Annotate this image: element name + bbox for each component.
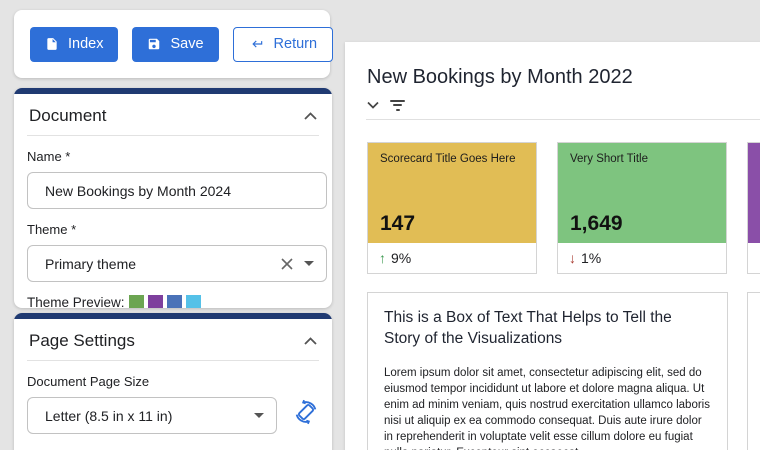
collapse-chevron-up-icon[interactable] xyxy=(304,337,317,345)
clear-x-icon[interactable] xyxy=(280,257,294,271)
scorecard-footer: ↓ 1% xyxy=(558,243,726,273)
report-divider xyxy=(366,119,760,120)
scorecard-footer: ↑ 9% xyxy=(368,243,536,273)
scorecard-header xyxy=(748,143,760,243)
name-input-value: New Bookings by Month 2024 xyxy=(45,183,231,199)
trend-arrow-icon: ↓ xyxy=(569,250,576,266)
name-input[interactable]: New Bookings by Month 2024 xyxy=(27,172,327,209)
chevron-down-icon[interactable] xyxy=(304,261,314,266)
save-button-label: Save xyxy=(170,36,203,52)
theme-select[interactable]: Primary theme xyxy=(27,245,327,282)
page-settings-panel-title: Page Settings xyxy=(29,331,135,351)
scorecard[interactable]: Very Short Title 1,649 ↓ 1% xyxy=(557,142,727,274)
filter-icon[interactable] xyxy=(390,100,405,111)
scorecard-value: 147 xyxy=(380,212,415,236)
text-box-heading: This is a Box of Text That Helps to Tell… xyxy=(384,308,711,350)
scorecard-value: 1,649 xyxy=(570,212,623,236)
collapse-chevron-up-icon[interactable] xyxy=(304,112,317,120)
return-button-label: Return xyxy=(274,36,318,52)
page-size-select[interactable]: Letter (8.5 in x 11 in) xyxy=(27,397,277,434)
scorecard-footer xyxy=(748,243,760,273)
theme-swatch xyxy=(186,295,201,308)
page-size-label: Document Page Size xyxy=(27,374,319,389)
save-button[interactable]: Save xyxy=(132,27,218,62)
document-panel-title: Document xyxy=(29,106,106,126)
text-box[interactable]: This is a Box of Text That Helps to Tell… xyxy=(367,292,728,450)
chevron-down-icon xyxy=(254,413,264,418)
page-size-select-value: Letter (8.5 in x 11 in) xyxy=(45,408,244,424)
theme-swatch xyxy=(167,295,182,308)
theme-swatch xyxy=(129,295,144,308)
scorecard-title: Scorecard Title Goes Here xyxy=(380,152,524,167)
text-box-body: Lorem ipsum dolor sit amet, consectetur … xyxy=(384,365,711,450)
document-panel: Document Name * New Bookings by Month 20… xyxy=(14,88,332,308)
return-button[interactable]: Return xyxy=(233,27,334,62)
scorecard-delta: 9% xyxy=(391,250,411,266)
name-field-label: Name * xyxy=(27,149,319,164)
panel-divider xyxy=(27,360,319,361)
expand-chevron-down-icon[interactable] xyxy=(367,101,379,109)
rotate-page-icon[interactable] xyxy=(293,399,319,425)
page-settings-panel: Page Settings Document Page Size Letter … xyxy=(14,313,332,450)
scorecard-header: Scorecard Title Goes Here 147 xyxy=(368,143,536,243)
scorecards-row: Scorecard Title Goes Here 147 ↑ 9% Very … xyxy=(367,142,760,274)
save-icon xyxy=(147,37,161,51)
theme-field-label: Theme * xyxy=(27,222,319,237)
scorecard[interactable]: Scorecard Title Goes Here 147 ↑ 9% xyxy=(367,142,537,274)
report-page: New Bookings by Month 2022 Scorecard Tit… xyxy=(345,42,760,450)
text-boxes-row: This is a Box of Text That Helps to Tell… xyxy=(367,292,760,450)
index-button-label: Index xyxy=(68,36,103,52)
text-box[interactable] xyxy=(747,292,760,450)
report-title: New Bookings by Month 2022 xyxy=(367,66,760,89)
return-arrow-icon xyxy=(249,37,265,51)
document-icon xyxy=(45,37,59,51)
scorecard-delta: 1% xyxy=(581,250,601,266)
trend-arrow-icon: ↑ xyxy=(379,250,386,266)
toolbar-card: Index Save Return xyxy=(14,10,330,78)
panel-divider xyxy=(27,135,319,136)
theme-swatch xyxy=(148,295,163,308)
index-button[interactable]: Index xyxy=(30,27,118,62)
scorecard-title: Very Short Title xyxy=(570,152,714,167)
scorecard[interactable] xyxy=(747,142,760,274)
theme-select-value: Primary theme xyxy=(45,256,280,272)
theme-preview-label: Theme Preview: xyxy=(27,295,125,308)
scorecard-header: Very Short Title 1,649 xyxy=(558,143,726,243)
